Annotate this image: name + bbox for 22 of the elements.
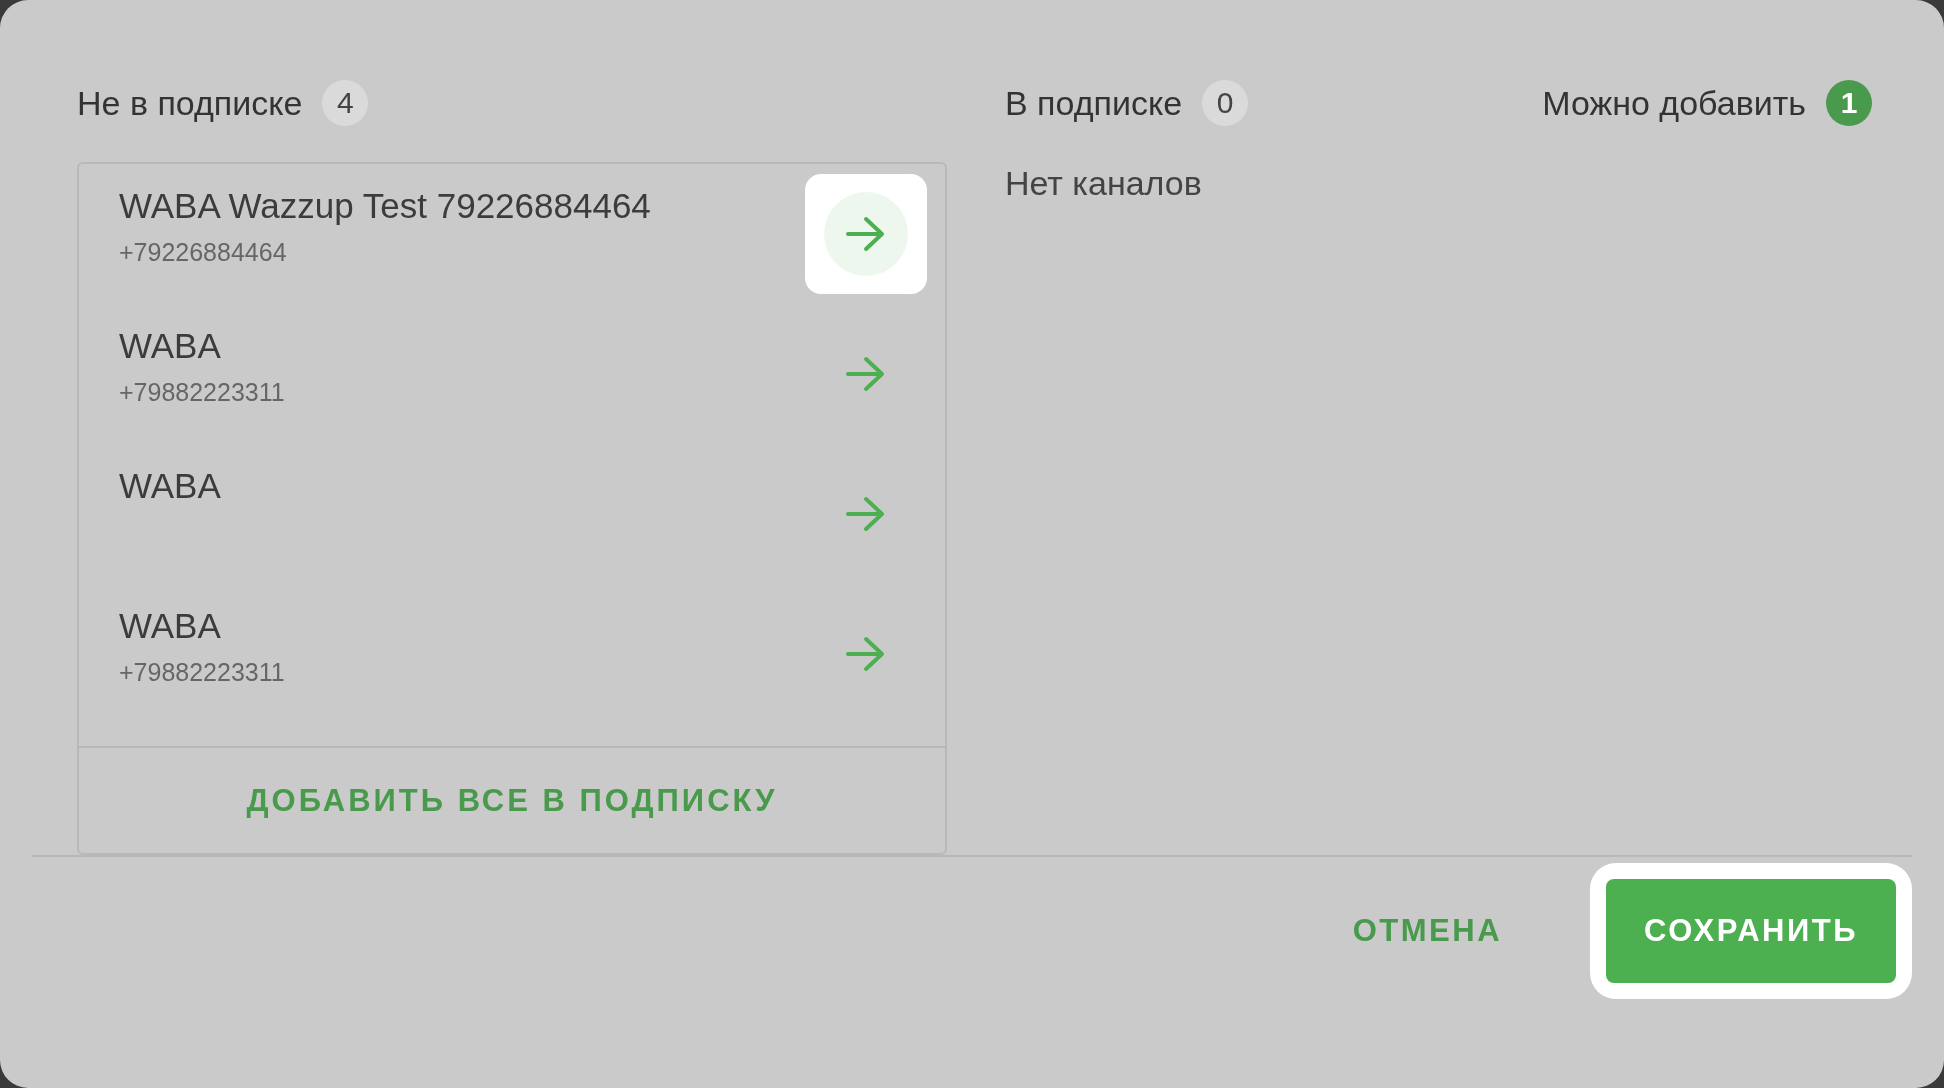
channel-name: WABA [119, 326, 222, 366]
move-button[interactable] [805, 174, 927, 294]
section-title: Не в подписке [77, 83, 303, 123]
channel-name: WABA [119, 466, 221, 506]
channel-name: WABA [119, 606, 222, 646]
channel-phone: +79882223311 [119, 658, 285, 687]
channel-phone: +79882223311 [119, 378, 285, 407]
count-badge: 1 [1826, 80, 1872, 126]
cancel-button[interactable]: ОТМЕНА [1314, 879, 1541, 983]
section-title: В подписке [1005, 83, 1183, 123]
empty-message: Нет каналов [1005, 164, 1203, 203]
arrow-right-icon [846, 636, 886, 672]
count-badge: 4 [322, 80, 369, 126]
count-badge: 0 [1202, 80, 1249, 126]
channel-phone: +79226884464 [119, 238, 288, 267]
channel-name: WABA Wazzup Test 79226884464 [119, 186, 651, 226]
save-button[interactable]: СОХРАНИТЬ [1606, 879, 1896, 983]
arrow-right-icon [846, 496, 886, 532]
arrow-right-icon [846, 356, 886, 392]
add-all-button[interactable]: ДОБАВИТЬ ВСЕ В ПОДПИСКУ [240, 781, 784, 820]
arrow-right-icon [846, 216, 886, 252]
section-title: Можно добавить [1542, 83, 1806, 123]
